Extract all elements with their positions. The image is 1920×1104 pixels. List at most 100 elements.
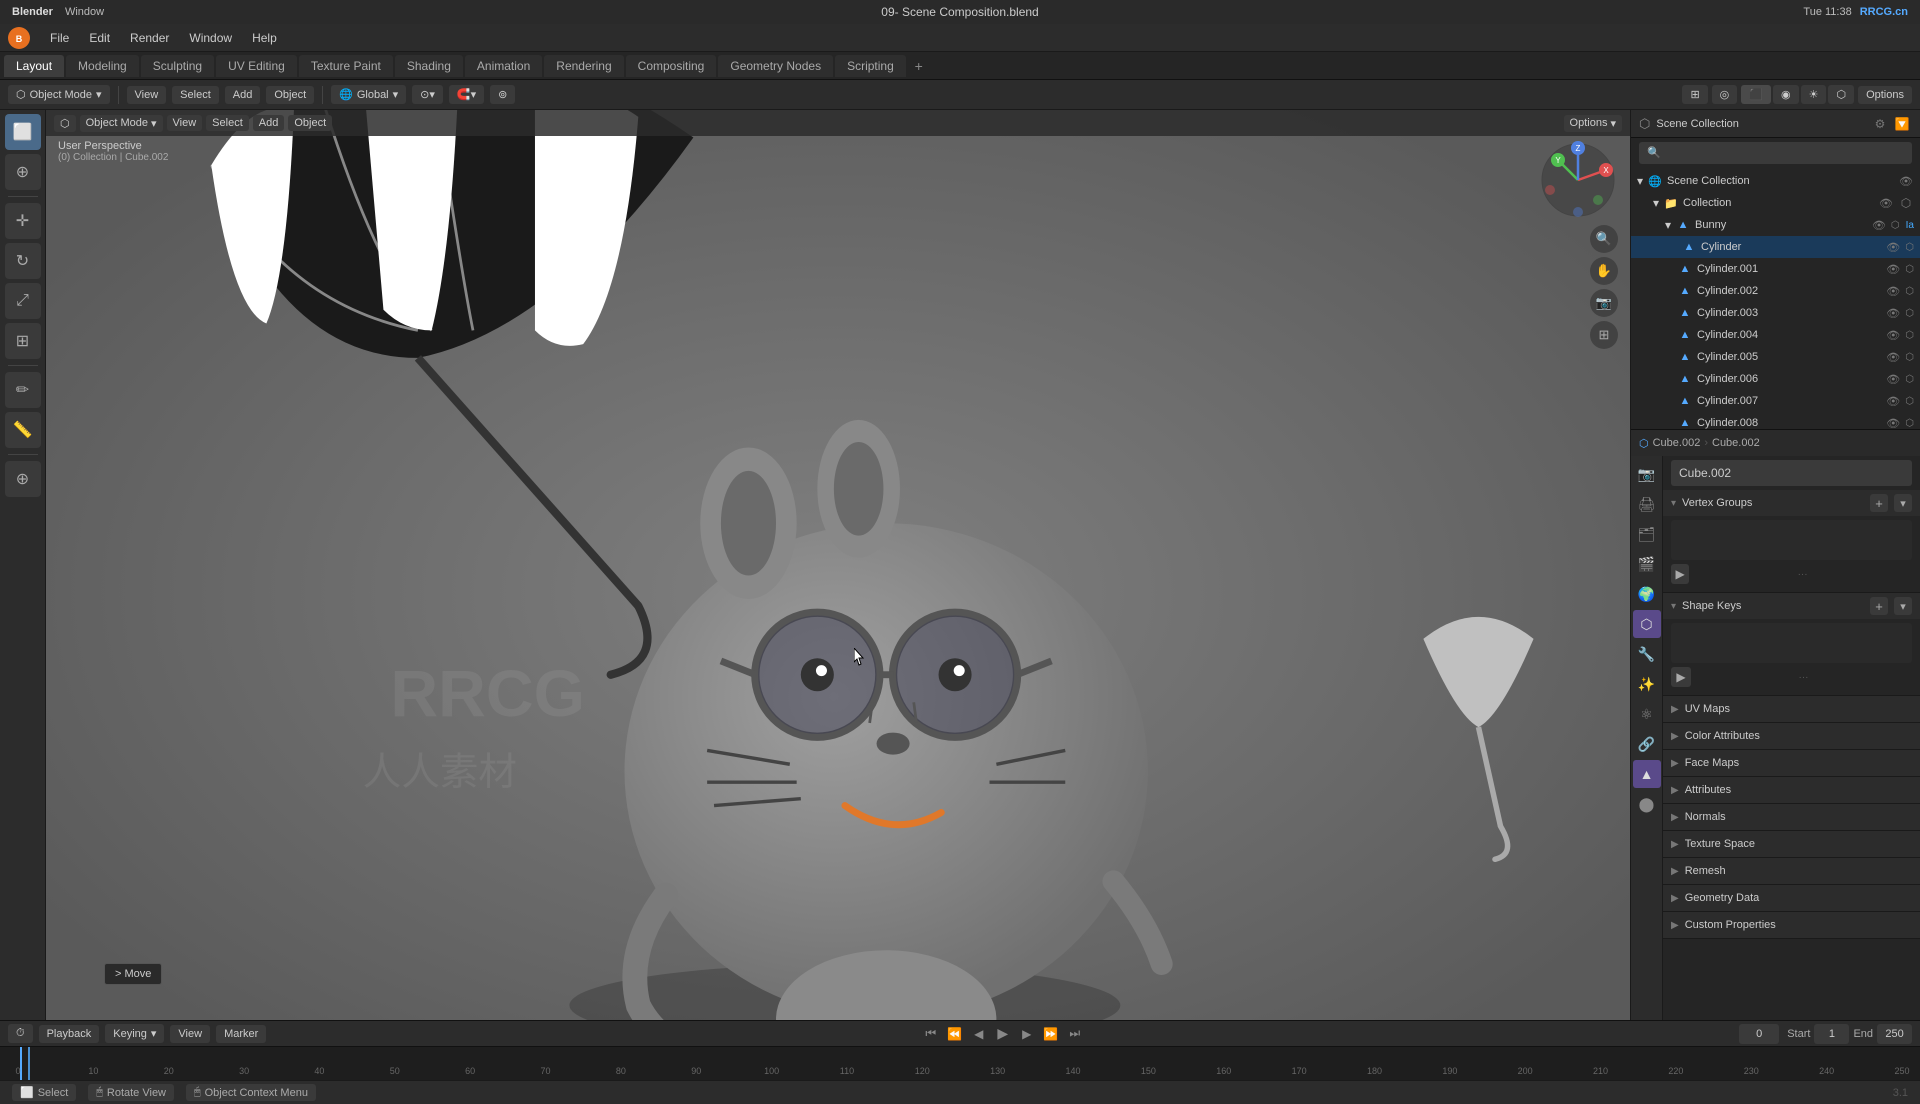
tab-texture-paint[interactable]: Texture Paint: [299, 55, 393, 77]
geometry-data-header[interactable]: ▶ Geometry Data: [1663, 885, 1920, 911]
nav-view-layer[interactable]: 🗂: [1633, 520, 1661, 548]
outliner-cyl002[interactable]: ▲ Cylinder.002 👁 ⬡: [1631, 280, 1920, 302]
viewport-material[interactable]: ◉: [1773, 85, 1799, 104]
nav-modifier[interactable]: 🔧: [1633, 640, 1661, 668]
collection-filter[interactable]: ⬡: [1898, 195, 1914, 211]
tab-compositing[interactable]: Compositing: [626, 55, 717, 77]
vertex-groups-header[interactable]: ▾ Vertex Groups + ▾: [1663, 490, 1920, 516]
tab-scripting[interactable]: Scripting: [835, 55, 906, 77]
scene-eye[interactable]: 👁: [1898, 173, 1914, 189]
nav-render[interactable]: 📷: [1633, 460, 1661, 488]
keying-btn[interactable]: Keying ▾: [105, 1024, 164, 1043]
normals-header[interactable]: ▶ Normals: [1663, 804, 1920, 830]
play-btn[interactable]: ▶: [994, 1025, 1012, 1043]
viewport[interactable]: RRCG 人人素材 RRCG ⬡ Object Mode ▾ View Sele…: [46, 110, 1630, 1020]
cyl001-eye[interactable]: 👁: [1885, 261, 1901, 277]
viewport-add-btn[interactable]: Add: [253, 115, 285, 131]
custom-props-header[interactable]: ▶ Custom Properties: [1663, 912, 1920, 938]
breadcrumb-right[interactable]: Cube.002: [1712, 437, 1760, 449]
outliner-scene-collection[interactable]: ▾ 🌐 Scene Collection 👁: [1631, 170, 1920, 192]
view-menu-btn[interactable]: View: [127, 86, 167, 104]
vg-down-btn[interactable]: ▾: [1894, 494, 1912, 512]
proportional-btn[interactable]: ⊚: [490, 85, 515, 104]
nav-world[interactable]: 🌍: [1633, 580, 1661, 608]
tool-add[interactable]: ⊕: [5, 461, 41, 497]
breadcrumb-left[interactable]: Cube.002: [1653, 437, 1701, 449]
tool-scale[interactable]: ⤢: [5, 283, 41, 319]
timeline-editor-btn[interactable]: ⏱: [8, 1024, 33, 1043]
tool-rotate[interactable]: ↻: [5, 243, 41, 279]
zoom-btn[interactable]: 🔍: [1590, 225, 1618, 253]
outliner-cyl007[interactable]: ▲ Cylinder.007 👁 ⬡: [1631, 390, 1920, 412]
nav-output[interactable]: 🖨: [1633, 490, 1661, 518]
tool-move[interactable]: ✛: [5, 203, 41, 239]
attributes-header[interactable]: ▶ Attributes: [1663, 777, 1920, 803]
nav-material[interactable]: ⬤: [1633, 790, 1661, 818]
outliner-cylinder[interactable]: ▲ Cylinder 👁 ⬡: [1631, 236, 1920, 258]
next-frame-btn[interactable]: ▶: [1018, 1025, 1036, 1043]
nav-particles[interactable]: ✨: [1633, 670, 1661, 698]
add-menu-btn[interactable]: Add: [225, 86, 261, 104]
tab-rendering[interactable]: Rendering: [544, 55, 623, 77]
outliner-search-input[interactable]: [1639, 142, 1912, 164]
start-frame-input[interactable]: [1814, 1024, 1849, 1044]
sk-down-btn[interactable]: ▾: [1894, 597, 1912, 615]
cyl008-eye[interactable]: 👁: [1885, 415, 1901, 429]
remesh-header[interactable]: ▶ Remesh: [1663, 858, 1920, 884]
menu-edit[interactable]: Edit: [81, 28, 118, 48]
viewport-select-btn[interactable]: Select: [206, 115, 249, 131]
timeline-view-btn[interactable]: View: [170, 1025, 210, 1043]
jump-end-btn[interactable]: ⏭: [1066, 1025, 1084, 1043]
face-maps-header[interactable]: ▶ Face Maps: [1663, 750, 1920, 776]
current-frame-input[interactable]: [1739, 1024, 1779, 1044]
toolbar-mode-btn[interactable]: ⬡ Object Mode ▾: [8, 85, 110, 104]
cylinder-eye[interactable]: 👁: [1885, 239, 1901, 255]
pivot-btn[interactable]: ⊙▾: [412, 85, 443, 104]
next-keyframe-btn[interactable]: ⏩: [1042, 1025, 1060, 1043]
add-workspace-button[interactable]: +: [908, 55, 930, 77]
playback-btn[interactable]: Playback: [39, 1025, 100, 1043]
xray-btn[interactable]: ◎: [1712, 85, 1738, 104]
transform-dropdown[interactable]: 🌐 Global ▾: [331, 85, 406, 104]
app-name[interactable]: Blender: [12, 6, 53, 18]
timeline-content[interactable]: 0 10 20 30 40 50 60 70 80 90 100 110 120…: [0, 1047, 1920, 1080]
object-menu-btn[interactable]: Object: [266, 86, 314, 104]
outliner-cyl008[interactable]: ▲ Cylinder.008 👁 ⬡: [1631, 412, 1920, 429]
select-bottom-btn[interactable]: ⬜ Select: [12, 1084, 76, 1101]
texture-space-header[interactable]: ▶ Texture Space: [1663, 831, 1920, 857]
viewport-solid[interactable]: ⬛: [1741, 85, 1771, 104]
tool-measure[interactable]: 📏: [5, 412, 41, 448]
nav-data[interactable]: ▲: [1633, 760, 1661, 788]
cyl004-eye[interactable]: 👁: [1885, 327, 1901, 343]
object-name-field[interactable]: Cube.002: [1671, 460, 1912, 486]
editor-type-btn[interactable]: ⬡: [54, 115, 76, 132]
tab-sculpting[interactable]: Sculpting: [141, 55, 214, 77]
camera-btn[interactable]: 📷: [1590, 289, 1618, 317]
tab-animation[interactable]: Animation: [465, 55, 542, 77]
blender-logo[interactable]: B: [8, 27, 30, 49]
viewport-options-btn[interactable]: Options ▾: [1564, 115, 1622, 132]
tool-cursor[interactable]: ⊕: [5, 154, 41, 190]
outliner-cyl003[interactable]: ▲ Cylinder.003 👁 ⬡: [1631, 302, 1920, 324]
tab-shading[interactable]: Shading: [395, 55, 463, 77]
prev-frame-btn[interactable]: ◀: [970, 1025, 988, 1043]
tool-annotate[interactable]: ✏: [5, 372, 41, 408]
color-attr-header[interactable]: ▶ Color Attributes: [1663, 723, 1920, 749]
tab-modeling[interactable]: Modeling: [66, 55, 139, 77]
tool-transform[interactable]: ⊞: [5, 323, 41, 359]
tab-layout[interactable]: Layout: [4, 55, 64, 77]
viewport-mode-btn[interactable]: Object Mode ▾: [80, 115, 163, 132]
menu-file[interactable]: File: [42, 28, 77, 48]
jump-start-btn[interactable]: ⏮: [922, 1025, 940, 1043]
cylinder-filter[interactable]: ⬡: [1905, 242, 1914, 253]
filter-btn[interactable]: ⚙: [1870, 114, 1890, 134]
cyl002-eye[interactable]: 👁: [1885, 283, 1901, 299]
collection-eye[interactable]: 👁: [1878, 195, 1894, 211]
window-menu[interactable]: Window: [65, 6, 104, 18]
overlay-btn[interactable]: ⊞: [1682, 85, 1707, 104]
pan-btn[interactable]: ✋: [1590, 257, 1618, 285]
sk-add-btn[interactable]: +: [1870, 597, 1888, 615]
options-btn[interactable]: Options: [1858, 86, 1912, 104]
nav-object[interactable]: ⬡: [1633, 610, 1661, 638]
context-menu-btn[interactable]: 🖱 Object Context Menu: [186, 1084, 316, 1101]
